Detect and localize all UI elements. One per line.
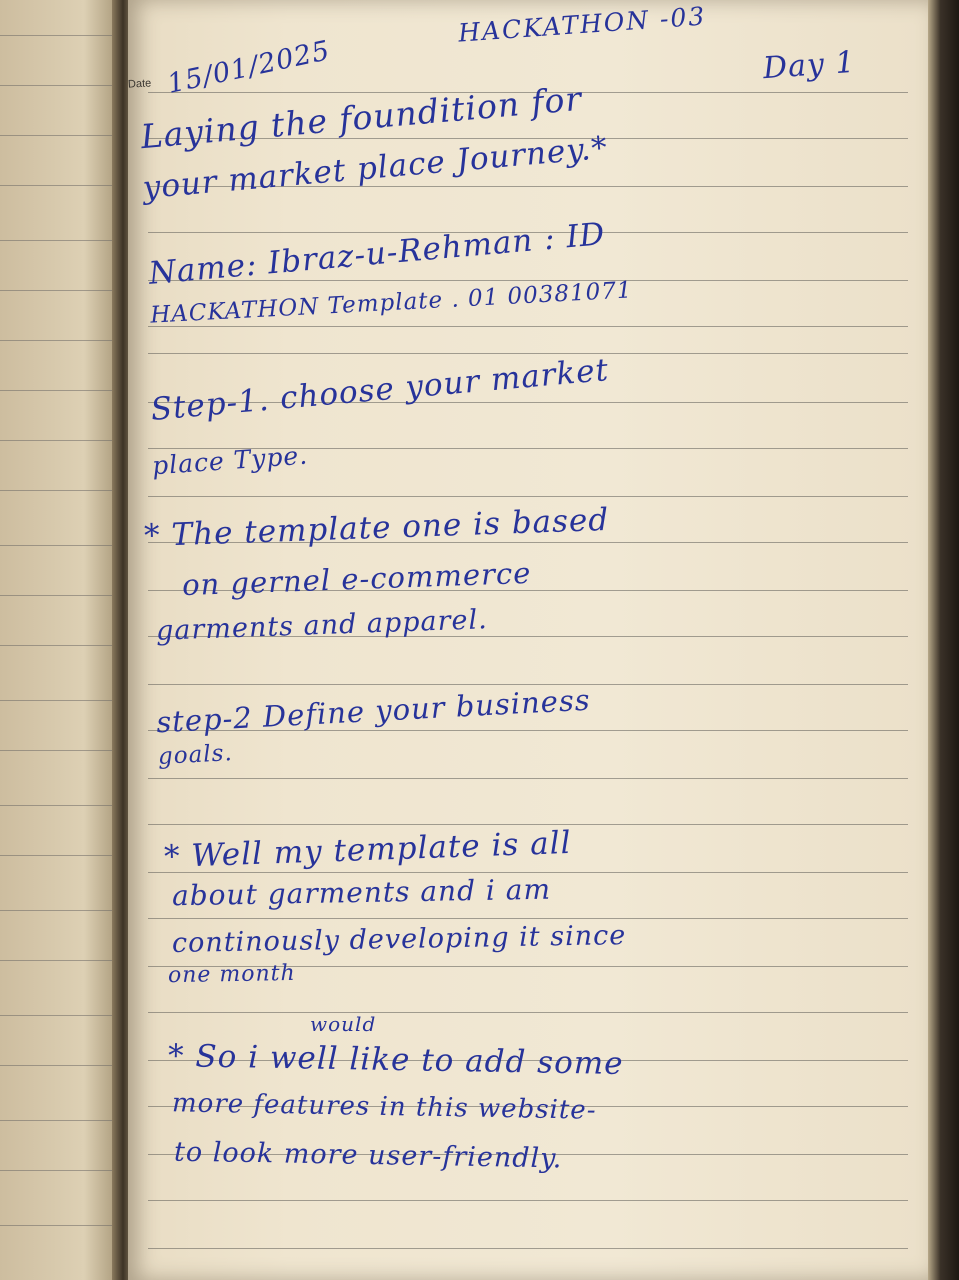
left-page-rule bbox=[0, 85, 120, 86]
left-page-rule bbox=[0, 35, 120, 36]
note-3-line-2: more features in this website- bbox=[171, 1088, 597, 1126]
note-1-line-1: * The template one is based bbox=[143, 501, 610, 555]
ruled-line bbox=[148, 824, 908, 825]
ruled-line bbox=[148, 496, 908, 497]
notebook-page: Date 15/01/2025 HACKATHON -03 Day 1 Layi… bbox=[128, 0, 928, 1280]
note-2-line-4: one month bbox=[167, 960, 296, 989]
step-2-line-2: goals. bbox=[157, 740, 234, 770]
ruled-line bbox=[148, 353, 908, 354]
step-1-line-2: place Type. bbox=[151, 440, 310, 481]
note-1-line-2: on gernel e-commerce bbox=[181, 555, 532, 603]
ruled-line bbox=[148, 778, 908, 779]
ruled-line bbox=[148, 1200, 908, 1201]
note-3-line-3: to look more user-friendly. bbox=[173, 1136, 563, 1175]
left-page-rule bbox=[0, 240, 120, 241]
left-notebook-page bbox=[0, 0, 120, 1280]
left-page-rule bbox=[0, 750, 120, 751]
date-label: Date bbox=[128, 77, 152, 91]
left-page-rule bbox=[0, 545, 120, 546]
left-page-rule bbox=[0, 1225, 120, 1226]
page-title: HACKATHON -03 bbox=[457, 1, 708, 48]
note-3-insertion: would bbox=[310, 1012, 377, 1036]
note-2-line-3: continously developing it since bbox=[171, 920, 627, 959]
left-page-rule bbox=[0, 490, 120, 491]
ruled-line bbox=[148, 1248, 908, 1249]
left-page-rule bbox=[0, 135, 120, 136]
left-page-rule bbox=[0, 910, 120, 911]
left-page-rule bbox=[0, 960, 120, 961]
left-page-rule bbox=[0, 805, 120, 806]
left-page-rule bbox=[0, 185, 120, 186]
left-page-rule bbox=[0, 700, 120, 701]
note-3-line-1: * So i well like to add some bbox=[167, 1038, 624, 1082]
left-page-rule bbox=[0, 1170, 120, 1171]
left-page-rule bbox=[0, 340, 120, 341]
note-1-line-3: garments and apparel. bbox=[155, 604, 489, 647]
left-page-rule bbox=[0, 290, 120, 291]
left-page-rule bbox=[0, 1120, 120, 1121]
left-page-rule bbox=[0, 440, 120, 441]
note-2-line-2: about garments and i am bbox=[171, 872, 552, 913]
left-page-rule bbox=[0, 390, 120, 391]
left-page-rule bbox=[0, 595, 120, 596]
left-page-rule bbox=[0, 1065, 120, 1066]
note-2-line-1: * Well my template is all bbox=[163, 824, 573, 876]
ruled-line bbox=[148, 326, 908, 327]
date-text: 15/01/2025 bbox=[164, 35, 334, 100]
left-page-rule bbox=[0, 855, 120, 856]
left-page-rule bbox=[0, 645, 120, 646]
page-edge bbox=[928, 0, 959, 1280]
left-page-rule bbox=[0, 1015, 120, 1016]
ruled-line bbox=[148, 1012, 908, 1013]
day-label: Day 1 bbox=[761, 44, 857, 87]
ruled-line bbox=[148, 918, 908, 919]
step-1-line-1: Step-1. choose your market bbox=[149, 352, 611, 428]
